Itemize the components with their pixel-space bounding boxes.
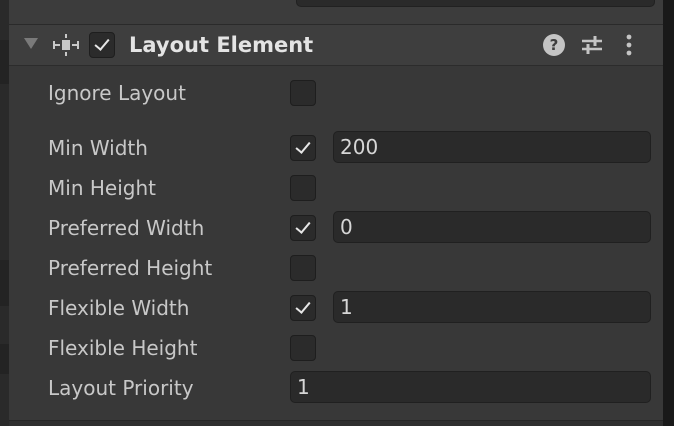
inspector-panel: Layout Element ? Ignore Layout Min Width… bbox=[0, 0, 674, 426]
flexible-width-field[interactable]: 1 bbox=[333, 291, 651, 323]
preferred-height-checkbox[interactable] bbox=[290, 255, 316, 281]
min-height-label: Min Height bbox=[48, 176, 156, 200]
component-enabled-checkbox[interactable] bbox=[89, 32, 115, 58]
component-header[interactable]: Layout Element ? bbox=[9, 25, 663, 66]
preferred-width-checkbox[interactable] bbox=[290, 215, 316, 241]
component-title: Layout Element bbox=[129, 33, 314, 57]
scrollbar-track[interactable] bbox=[663, 0, 674, 426]
ignore-layout-checkbox[interactable] bbox=[290, 80, 316, 106]
flexible-height-checkbox[interactable] bbox=[290, 335, 316, 361]
component-bottom-divider bbox=[9, 420, 663, 426]
layout-priority-label: Layout Priority bbox=[48, 376, 194, 400]
previous-field-stub bbox=[296, 0, 655, 7]
help-icon[interactable]: ? bbox=[543, 34, 565, 56]
preferred-width-field[interactable]: 0 bbox=[333, 211, 651, 243]
flexible-width-label: Flexible Width bbox=[48, 296, 190, 320]
left-panel-edge bbox=[0, 0, 9, 426]
flexible-height-label: Flexible Height bbox=[48, 336, 198, 360]
min-width-field[interactable]: 200 bbox=[333, 131, 651, 163]
preferred-width-label: Preferred Width bbox=[48, 216, 205, 240]
ignore-layout-label: Ignore Layout bbox=[48, 81, 186, 105]
previous-component-remnant bbox=[9, 0, 663, 25]
min-height-checkbox[interactable] bbox=[290, 175, 316, 201]
layout-element-icon bbox=[53, 34, 79, 56]
flexible-width-checkbox[interactable] bbox=[290, 295, 316, 321]
preferred-height-label: Preferred Height bbox=[48, 256, 213, 280]
foldout-arrow-icon[interactable] bbox=[24, 38, 38, 49]
kebab-menu-icon[interactable] bbox=[623, 33, 635, 57]
layout-priority-field[interactable]: 1 bbox=[290, 371, 651, 403]
min-width-label: Min Width bbox=[48, 136, 148, 160]
min-width-checkbox[interactable] bbox=[290, 135, 316, 161]
presets-icon[interactable] bbox=[580, 33, 604, 57]
